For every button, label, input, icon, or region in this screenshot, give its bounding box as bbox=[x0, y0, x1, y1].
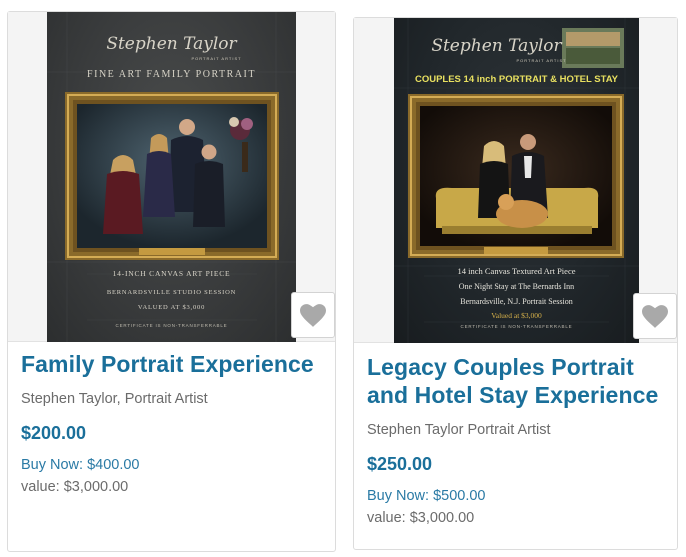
product-image-area[interactable]: Stephen Taylor PORTRAIT ARTIST FINE ART … bbox=[8, 12, 335, 342]
poster-line: 14-INCH CANVAS ART PIECE bbox=[112, 269, 231, 278]
heart-icon bbox=[300, 303, 326, 327]
product-card[interactable]: Stephen Taylor PORTRAIT ARTIST FINE ART … bbox=[7, 11, 336, 552]
poster-line: BERNARDSVILLE STUDIO SESSION bbox=[106, 289, 237, 296]
heart-icon bbox=[642, 304, 668, 328]
product-price: $200.00 bbox=[21, 423, 87, 443]
product-details: Family Portrait Experience Stephen Taylo… bbox=[21, 350, 325, 496]
product-poster-image[interactable]: Stephen Taylor PORTRAIT ARTIST COUPLES 1… bbox=[394, 18, 639, 343]
product-artist: Stephen Taylor Portrait Artist bbox=[367, 422, 551, 438]
product-value: value: $3,000.00 bbox=[367, 510, 475, 526]
poster-fine-print: CERTIFICATE IS NON-TRANSFERRABLE bbox=[460, 324, 573, 329]
poster-artwork bbox=[394, 18, 639, 343]
product-artist: Stephen Taylor, Portrait Artist bbox=[21, 391, 208, 407]
product-title[interactable]: Legacy Couples Portrait and Hotel Stay E… bbox=[367, 353, 667, 409]
product-price: $250.00 bbox=[367, 454, 433, 474]
poster-line: One Night Stay at The Bernards Inn bbox=[458, 282, 575, 291]
poster-signature-sub: PORTRAIT ARTIST bbox=[516, 58, 567, 63]
favorite-button[interactable] bbox=[633, 293, 677, 339]
poster-signature-sub: PORTRAIT ARTIST bbox=[191, 56, 242, 61]
poster-value-line: Valued at $3,000 bbox=[491, 311, 542, 320]
buy-now-price: Buy Now: $500.00 bbox=[367, 488, 486, 504]
product-image-area[interactable]: Stephen Taylor PORTRAIT ARTIST COUPLES 1… bbox=[354, 18, 677, 343]
product-title[interactable]: Family Portrait Experience bbox=[21, 350, 325, 378]
poster-line: Bernardsville, N.J. Portrait Session bbox=[460, 297, 573, 306]
favorite-button[interactable] bbox=[291, 292, 335, 338]
poster-signature: Stephen Taylor bbox=[431, 36, 562, 56]
poster-headline: COUPLES 14 inch PORTRAIT & HOTEL STAY bbox=[414, 74, 619, 85]
poster-headline: FINE ART FAMILY PORTRAIT bbox=[87, 69, 256, 80]
product-details: Legacy Couples Portrait and Hotel Stay E… bbox=[367, 353, 667, 527]
buy-now-price: Buy Now: $400.00 bbox=[21, 457, 140, 473]
product-poster-image[interactable]: Stephen Taylor PORTRAIT ARTIST FINE ART … bbox=[47, 12, 296, 342]
product-card[interactable]: Stephen Taylor PORTRAIT ARTIST COUPLES 1… bbox=[353, 17, 678, 550]
poster-line: 14 inch Canvas Textured Art Piece bbox=[457, 266, 576, 276]
poster-line: VALUED AT $3,000 bbox=[137, 304, 206, 311]
poster-signature: Stephen Taylor bbox=[106, 34, 237, 54]
product-value: value: $3,000.00 bbox=[21, 479, 129, 495]
poster-fine-print: CERTIFICATE IS NON-TRANSFERRABLE bbox=[115, 323, 228, 328]
